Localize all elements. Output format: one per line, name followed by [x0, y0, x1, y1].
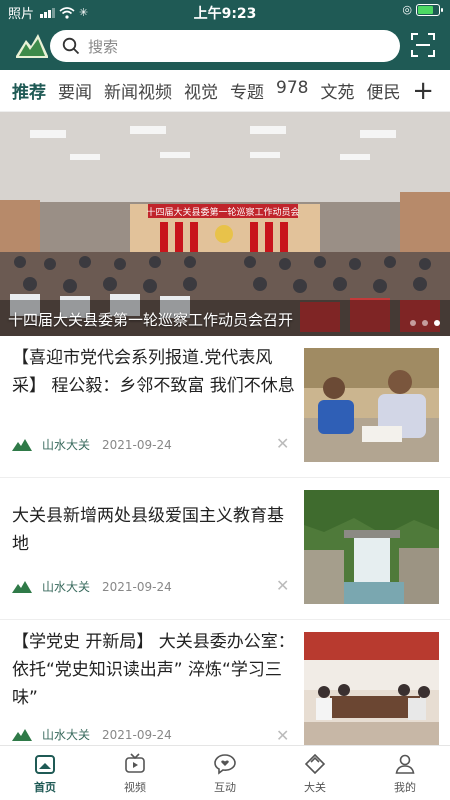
- bottom-nav: 首页 视频 互动 大关 我的: [0, 745, 450, 800]
- carousel-dot[interactable]: [410, 320, 416, 326]
- news-date: 2021-09-24: [102, 727, 172, 742]
- nav-interact-label: 互动: [214, 780, 236, 794]
- news-source: 山水大关: [42, 728, 91, 742]
- nav-video[interactable]: 视频: [90, 746, 180, 800]
- nav-daguan[interactable]: 大关: [270, 746, 360, 800]
- search-icon: [62, 37, 80, 55]
- news-thumbnail[interactable]: [304, 348, 439, 462]
- tab-visual[interactable]: 视觉: [178, 78, 224, 103]
- news-item[interactable]: 【喜迎市党代会系列报道.党代表风采】 程公毅：乡邻不致富 我们不休息 山水大关 …: [0, 338, 450, 478]
- search-placeholder: 搜索: [88, 37, 119, 56]
- nav-home[interactable]: 首页: [0, 746, 90, 800]
- close-icon[interactable]: ✕: [276, 726, 289, 745]
- news-title[interactable]: 大关县新增两处县级爱国主义教育基地: [12, 502, 296, 558]
- battery-icon: [416, 3, 443, 16]
- banner-caption: 十四届大关县委第一轮巡察工作动员会召开: [8, 311, 294, 329]
- news-source: 山水大关: [42, 580, 91, 594]
- news-thumbnail[interactable]: [304, 490, 439, 604]
- tab-literature[interactable]: 文苑: [314, 78, 360, 103]
- news-banner[interactable]: 十四届大关县委第一轮巡察工作动员会 十四届大关县委第一轮巡察工作动员会召开: [0, 112, 450, 336]
- tv-icon: [125, 752, 145, 773]
- add-channel-button[interactable]: +: [412, 76, 434, 106]
- news-title[interactable]: 【学党史 开新局】 大关县委办公室：依托“党史知识读出声” 淬炼“学习三味”: [12, 628, 296, 712]
- diamond-icon: [304, 753, 326, 774]
- scan-icon[interactable]: [410, 32, 436, 58]
- carousel-dot[interactable]: [434, 320, 440, 326]
- tab-978[interactable]: 978: [270, 78, 314, 103]
- svg-text:十四届大关县委第一轮巡察工作动员会: 十四届大关县委第一轮巡察工作动员会: [146, 206, 299, 218]
- nav-daguan-label: 大关: [304, 780, 326, 794]
- home-icon: [35, 754, 55, 774]
- news-date: 2021-09-24: [102, 437, 172, 452]
- close-icon[interactable]: ✕: [276, 576, 289, 595]
- chat-heart-icon: [214, 753, 236, 775]
- news-thumbnail[interactable]: [304, 632, 439, 746]
- carousel-dots: [410, 320, 440, 326]
- status-time: 上午9:23: [193, 6, 257, 22]
- tab-news-video[interactable]: 新闻视频: [98, 78, 178, 103]
- tab-topics[interactable]: 专题: [224, 78, 270, 103]
- tab-services[interactable]: 便民: [360, 78, 400, 103]
- news-item[interactable]: 【学党史 开新局】 大关县委办公室：依托“党史知识读出声” 淬炼“学习三味” 山…: [0, 622, 450, 762]
- news-source: 山水大关: [42, 438, 91, 452]
- app-logo-icon[interactable]: [14, 30, 50, 60]
- banner-image: 十四届大关县委第一轮巡察工作动员会: [0, 112, 450, 336]
- search-input[interactable]: 搜索: [50, 30, 400, 62]
- channel-tabs: 推荐 要闻 新闻视频 视觉 专题 978 文苑 便民 +: [0, 70, 450, 112]
- news-title[interactable]: 【喜迎市党代会系列报道.党代表风采】 程公毅：乡邻不致富 我们不休息: [12, 344, 296, 400]
- app-header: 照片 ✳ 上午9:23 ◎ 搜索: [0, 0, 450, 70]
- carousel-dot[interactable]: [422, 320, 428, 326]
- source-logo-icon: [12, 438, 32, 451]
- nav-home-label: 首页: [34, 780, 56, 794]
- news-date: 2021-09-24: [102, 579, 172, 594]
- person-icon: [395, 754, 415, 774]
- portrait-lock-icon: ◎: [402, 3, 412, 16]
- source-logo-icon: [12, 728, 32, 741]
- close-icon[interactable]: ✕: [276, 434, 289, 453]
- tab-headlines[interactable]: 要闻: [52, 78, 98, 103]
- source-logo-icon: [12, 580, 32, 593]
- news-item[interactable]: 大关县新增两处县级爱国主义教育基地 山水大关 2021-09-24 ✕: [0, 480, 450, 620]
- nav-mine[interactable]: 我的: [360, 746, 450, 800]
- tab-recommend[interactable]: 推荐: [0, 78, 52, 103]
- status-bar: 照片 ✳ 上午9:23 ◎: [0, 0, 450, 22]
- nav-interact[interactable]: 互动: [180, 746, 270, 800]
- nav-mine-label: 我的: [394, 780, 416, 794]
- nav-video-label: 视频: [124, 780, 146, 794]
